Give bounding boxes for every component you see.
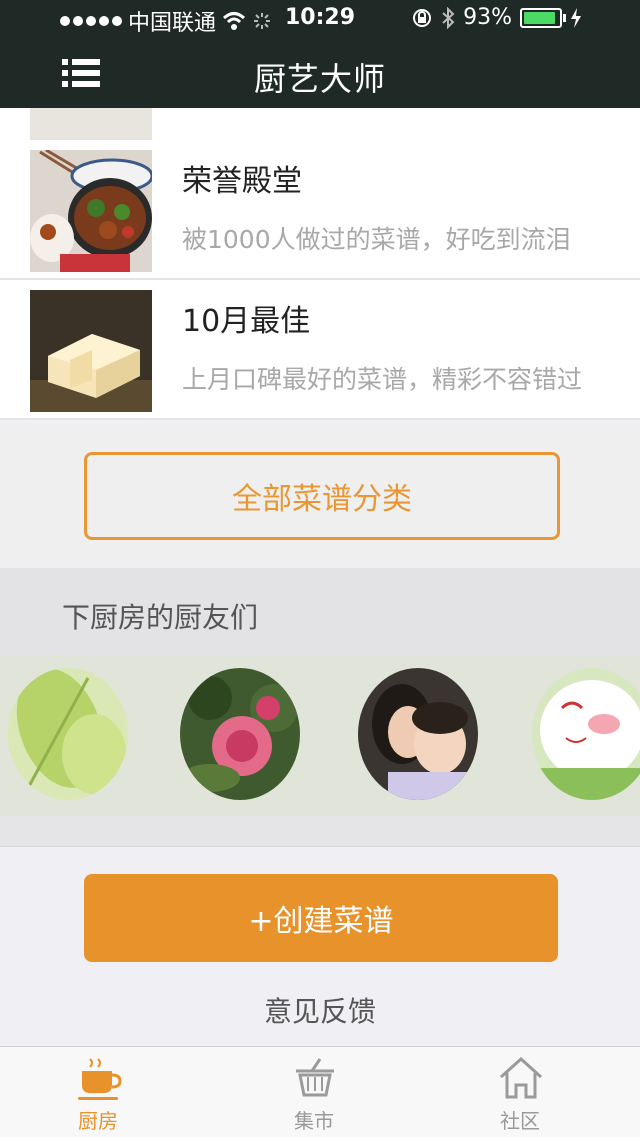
avatar[interactable]	[8, 668, 128, 800]
coffee-cup-icon	[78, 1058, 122, 1100]
recipe-subtitle: 被1000人做过的菜谱，好吃到流泪	[182, 225, 571, 254]
recipe-thumbnail	[30, 290, 152, 412]
tab-label: 厨房	[78, 1109, 118, 1133]
tab-label: 集市	[294, 1109, 334, 1133]
battery-percent: 93%	[463, 5, 512, 30]
rotation-lock-icon	[413, 8, 432, 27]
tab-market[interactable]: 集市	[254, 1047, 374, 1137]
recipe-thumbnail	[30, 150, 152, 272]
status-right: 93%	[411, 5, 582, 30]
bluetooth-icon	[442, 6, 455, 29]
nav-bar: 厨艺大师	[0, 36, 640, 108]
feedback-link[interactable]: 意见反馈	[0, 990, 640, 1030]
avatar[interactable]	[180, 668, 300, 800]
list-item[interactable]: 10月最佳 上月口碑最好的菜谱，精彩不容错过	[0, 280, 640, 420]
basket-icon	[296, 1058, 334, 1097]
all-categories-button[interactable]: 全部菜谱分类	[84, 452, 560, 540]
avatar[interactable]	[358, 668, 478, 800]
content-scroll[interactable]: 荣誉殿堂 被1000人做过的菜谱，好吃到流泪 10月最佳 上月口碑最好的菜谱，精…	[0, 108, 640, 1046]
friends-section-header: 下厨房的厨友们	[0, 568, 640, 656]
charging-bolt-icon	[571, 7, 581, 28]
friends-title: 下厨房的厨友们	[62, 601, 259, 634]
friends-avatar-strip[interactable]	[0, 656, 640, 816]
house-icon	[499, 1056, 543, 1099]
create-recipe-button[interactable]: +创建菜谱	[84, 874, 558, 962]
page-title: 厨艺大师	[253, 60, 386, 98]
recipe-subtitle: 上月口碑最好的菜谱，精彩不容错过	[182, 365, 583, 394]
tab-bar: 厨房 集市 社区	[0, 1046, 640, 1137]
status-bar: 中国联通 10:29 93%	[0, 0, 640, 36]
friends-section-footer	[0, 816, 640, 847]
recipe-title: 10月最佳	[182, 304, 311, 339]
battery-icon	[520, 7, 566, 28]
battery-fill	[524, 11, 556, 24]
tab-label: 社区	[500, 1109, 540, 1133]
all-categories-section: 全部菜谱分类	[0, 424, 640, 569]
recipe-title: 荣誉殿堂	[182, 164, 302, 199]
avatar[interactable]	[532, 668, 640, 800]
tab-kitchen[interactable]: 厨房	[38, 1047, 158, 1137]
list-item[interactable]: 荣誉殿堂 被1000人做过的菜谱，好吃到流泪	[0, 140, 640, 280]
tab-community[interactable]: 社区	[460, 1047, 580, 1137]
